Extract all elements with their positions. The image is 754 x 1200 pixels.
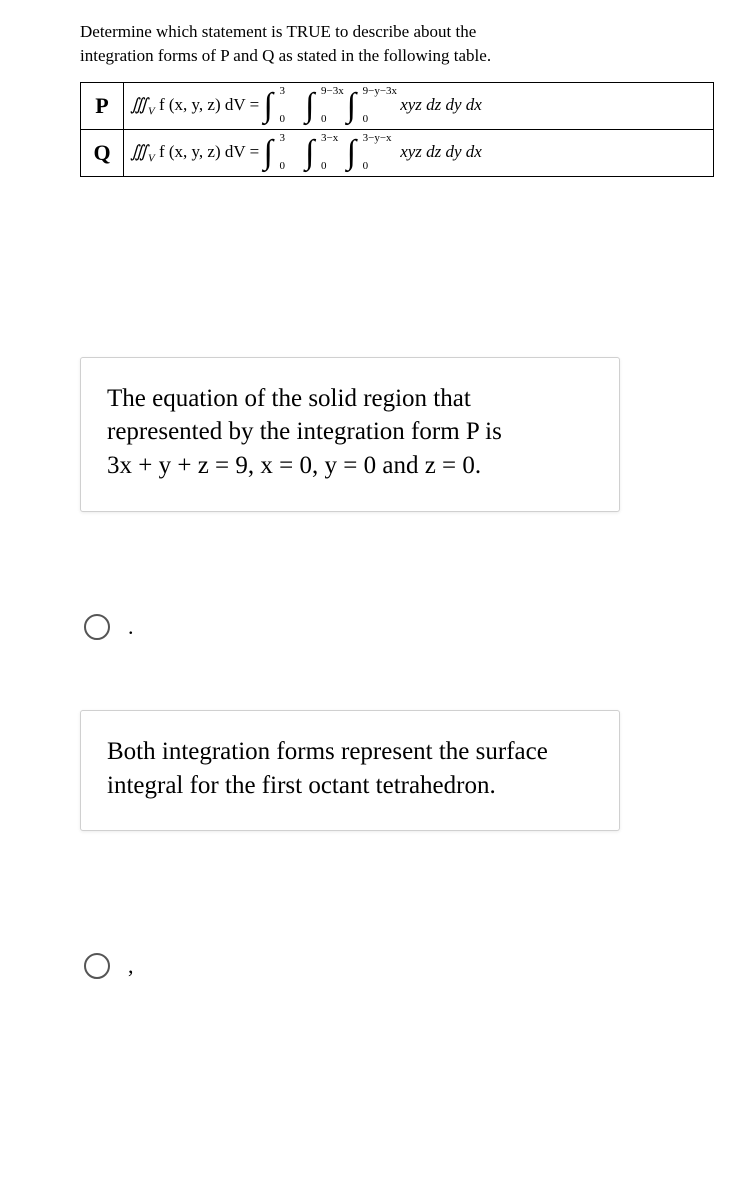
- integral-3: ∫9−y−3x0: [347, 87, 356, 125]
- volume-subscript: V: [148, 152, 155, 164]
- int2-lower: 0: [321, 113, 327, 125]
- option-b-card: Both integration forms represent the sur…: [80, 710, 620, 832]
- option-b-radio-label: ,: [128, 953, 134, 979]
- int1-upper: 3: [279, 85, 285, 97]
- int2-lower: 0: [321, 160, 327, 172]
- question-stem: Determine which statement is TRUE to des…: [80, 20, 714, 68]
- int2-upper: 9−3x: [321, 85, 344, 97]
- int2-upper: 3−x: [321, 132, 338, 144]
- row-q-formula-cell: ∭V f (x, y, z) dV = ∫30 ∫3−x0 ∫3−y−x0 xy…: [124, 129, 714, 176]
- integral-2: ∫9−3x0: [305, 87, 314, 125]
- stem-line-1: Determine which statement is TRUE to des…: [80, 22, 476, 41]
- table-row: P ∭V f (x, y, z) dV = ∫30 ∫9−3x0 ∫9−y−3x…: [81, 82, 714, 129]
- integral-2: ∫3−x0: [305, 134, 314, 172]
- radio-icon[interactable]: [84, 614, 110, 640]
- stem-line-2: integration forms of P and Q as stated i…: [80, 46, 491, 65]
- int1-lower: 0: [279, 160, 285, 172]
- lhs-rest: f (x, y, z) dV =: [155, 142, 259, 161]
- integral-3: ∫3−y−x0: [347, 134, 356, 172]
- option-b-line2: integral for the first octant tetrahedro…: [107, 772, 496, 799]
- lhs-rest: f (x, y, z) dV =: [155, 95, 259, 114]
- option-b-line1: Both integration forms represent the sur…: [107, 738, 548, 765]
- row-p-formula: ∭V f (x, y, z) dV = ∫30 ∫9−3x0 ∫9−y−3x0 …: [130, 95, 482, 114]
- radio-icon[interactable]: [84, 953, 110, 979]
- row-q-formula: ∭V f (x, y, z) dV = ∫30 ∫3−x0 ∫3−y−x0 xy…: [130, 142, 482, 161]
- int1-upper: 3: [279, 132, 285, 144]
- option-a-radio-row[interactable]: .: [84, 614, 714, 640]
- row-q-label: Q: [81, 129, 124, 176]
- int1-lower: 0: [279, 113, 285, 125]
- integral-1: ∫30: [263, 134, 272, 172]
- integrand: xyz dz dy dx: [400, 142, 482, 161]
- option-a-line3: 3x + y + z = 9, x = 0, y = 0 and z = 0.: [107, 452, 481, 479]
- int3-upper: 9−y−3x: [363, 85, 397, 97]
- int3-lower: 0: [363, 160, 369, 172]
- row-p-formula-cell: ∭V f (x, y, z) dV = ∫30 ∫9−3x0 ∫9−y−3x0 …: [124, 82, 714, 129]
- integrand: xyz dz dy dx: [400, 95, 482, 114]
- option-a-card: The equation of the solid region that re…: [80, 357, 620, 512]
- int3-upper: 3−y−x: [363, 132, 392, 144]
- integration-table: P ∭V f (x, y, z) dV = ∫30 ∫9−3x0 ∫9−y−3x…: [80, 82, 714, 177]
- int3-lower: 0: [363, 113, 369, 125]
- option-a-line2: represented by the integration form P is: [107, 418, 502, 445]
- volume-subscript: V: [148, 105, 155, 117]
- option-a-line1: The equation of the solid region that: [107, 385, 471, 412]
- option-a-radio-label: .: [128, 614, 134, 640]
- row-p-label: P: [81, 82, 124, 129]
- triple-integral-symbol: ∭: [130, 95, 148, 114]
- table-row: Q ∭V f (x, y, z) dV = ∫30 ∫3−x0 ∫3−y−x0 …: [81, 129, 714, 176]
- integral-1: ∫30: [263, 87, 272, 125]
- triple-integral-symbol: ∭: [130, 142, 148, 161]
- option-b-radio-row[interactable]: ,: [84, 953, 714, 979]
- page-root: Determine which statement is TRUE to des…: [0, 0, 754, 1200]
